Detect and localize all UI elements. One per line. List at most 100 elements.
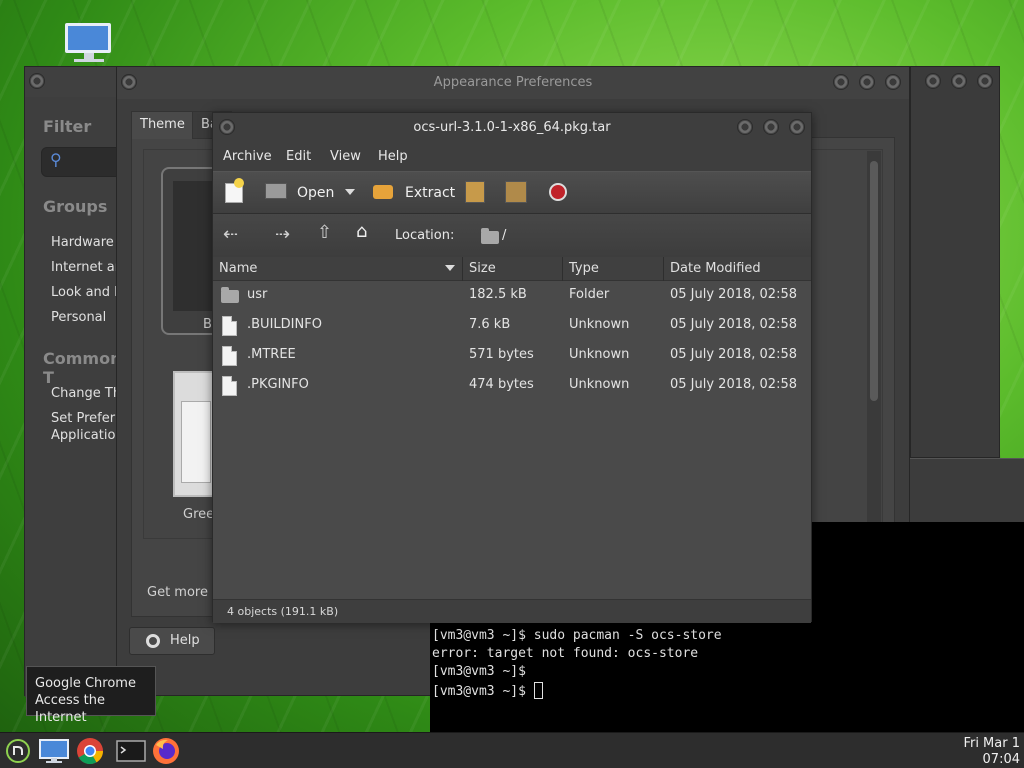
clock-date: Fri Mar 1 [963,736,1020,751]
common-item-applications[interactable]: Application [51,428,124,443]
terminal-line: [vm3@vm3 ~]$ [432,664,526,679]
menu-edit[interactable]: Edit [286,149,311,164]
terminal-icon[interactable] [116,737,146,765]
appearance-titlebar: Appearance Preferences [117,67,909,99]
help-button-label: Help [170,633,200,648]
status-bar: 4 objects (191.1 kB) [213,599,811,623]
file-name: .MTREE [247,347,296,362]
file-name: .BUILDINFO [247,317,322,332]
file-icon [222,376,237,396]
firefox-icon[interactable] [152,737,180,765]
column-header-date[interactable]: Date Modified [664,257,813,281]
folder-icon [481,228,499,244]
list-item[interactable]: .MTREE 571 bytes Unknown 05 July 2018, 0… [213,341,811,371]
file-name: usr [247,287,268,302]
location-value[interactable]: / [502,228,506,243]
group-item-look-and-feel[interactable]: Look and F [51,285,122,300]
column-header-name[interactable]: Name [213,257,463,281]
up-arrow-icon[interactable]: ⇧ [317,222,332,243]
file-date: 05 July 2018, 02:58 [670,287,797,302]
window-maximize-icon[interactable] [859,74,875,90]
search-icon: ⚲ [50,150,62,169]
window-minimize-icon[interactable] [925,73,941,89]
show-desktop-icon[interactable] [38,737,69,765]
filter-heading: Filter [43,117,92,136]
clock-time: 07:04 [982,752,1020,767]
file-type: Unknown [569,317,630,332]
file-size: 182.5 kB [469,287,527,302]
menu-bar: Archive Edit View Help [213,143,811,171]
column-headers: Name Size Type Date Modified [213,257,811,281]
home-icon[interactable]: ⌂ [356,221,367,242]
application-menu-icon[interactable] [4,737,32,765]
side-window [910,66,1000,458]
scrollbar[interactable] [867,151,881,531]
sort-descending-icon [445,265,455,271]
forward-arrow-icon[interactable]: ⇢ [275,224,290,245]
clock[interactable]: Fri Mar 1 07:04 [963,736,1020,768]
list-item[interactable]: usr 182.5 kB Folder 05 July 2018, 02:58 [213,281,811,311]
folder-icon [221,287,239,303]
group-item-hardware[interactable]: Hardware [51,235,114,250]
get-more-themes-link[interactable]: Get more t [147,585,217,600]
file-type: Unknown [569,347,630,362]
new-archive-icon[interactable] [225,178,244,203]
extract-icon[interactable] [373,185,393,199]
window-close-icon[interactable] [977,73,993,89]
common-tasks-heading: Common T [43,349,122,387]
window-close-icon[interactable] [885,74,901,90]
file-name: .PKGINFO [247,377,309,392]
tooltip-title: Google Chrome [35,676,136,691]
stop-icon[interactable] [549,183,567,201]
open-button[interactable]: Open [297,185,334,201]
column-header-type[interactable]: Type [563,257,664,281]
file-date: 05 July 2018, 02:58 [670,377,797,392]
terminal-line: error: target not found: ocs-store [432,646,699,661]
status-text: 4 objects (191.1 kB) [227,605,339,618]
taskbar: Fri Mar 1 07:04 [0,732,1024,768]
menu-archive[interactable]: Archive [223,149,272,164]
tooltip-description: Access the Internet [35,693,105,725]
tab-theme[interactable]: Theme [131,111,194,139]
window-maximize-icon[interactable] [951,73,967,89]
computer-icon[interactable] [62,20,116,64]
file-date: 05 July 2018, 02:58 [670,317,797,332]
chrome-icon[interactable] [76,737,104,765]
file-size: 7.6 kB [469,317,511,332]
file-size: 474 bytes [469,377,534,392]
file-size: 571 bytes [469,347,534,362]
group-item-personal[interactable]: Personal [51,310,106,325]
help-icon [146,634,160,648]
window-minimize-icon[interactable] [833,74,849,90]
back-arrow-icon[interactable]: ⇠ [223,224,238,245]
list-item[interactable]: .BUILDINFO 7.6 kB Unknown 05 July 2018, … [213,311,811,341]
location-label: Location: [395,228,455,243]
window-title: Appearance Preferences [433,75,593,90]
file-type: Unknown [569,377,630,392]
menu-help[interactable]: Help [378,149,408,164]
extract-button[interactable]: Extract [405,185,455,201]
theme-label: Gree [183,507,215,522]
list-item[interactable]: .PKGINFO 474 bytes Unknown 05 July 2018,… [213,371,811,401]
file-list: usr 182.5 kB Folder 05 July 2018, 02:58 … [213,281,811,599]
file-type: Folder [569,287,610,302]
menu-view[interactable]: View [330,149,361,164]
control-center-sidebar: Filter Groups Hardware Internet an Look … [25,97,128,697]
help-button[interactable]: Help [129,627,215,655]
window-maximize-icon[interactable] [763,119,779,135]
window-menu-icon[interactable] [29,73,45,89]
group-item-internet[interactable]: Internet an [51,260,123,275]
terminal-cursor [533,682,543,699]
window-close-icon[interactable] [789,119,805,135]
column-header-size[interactable]: Size [463,257,563,281]
add-folder-icon[interactable] [505,181,527,203]
common-item-change-theme[interactable]: Change Th [51,386,121,401]
archive-manager-window: ocs-url-3.1.0-1-x86_64.pkg.tar Archive E… [212,112,812,623]
location-bar: ⇠ ⇢ ⇧ ⌂ Location: / [213,213,811,257]
chevron-down-icon[interactable] [345,189,355,195]
window-minimize-icon[interactable] [737,119,753,135]
file-icon [222,346,237,366]
open-icon[interactable] [265,183,287,199]
column-header-label: Name [219,261,258,276]
add-files-icon[interactable] [465,181,485,203]
